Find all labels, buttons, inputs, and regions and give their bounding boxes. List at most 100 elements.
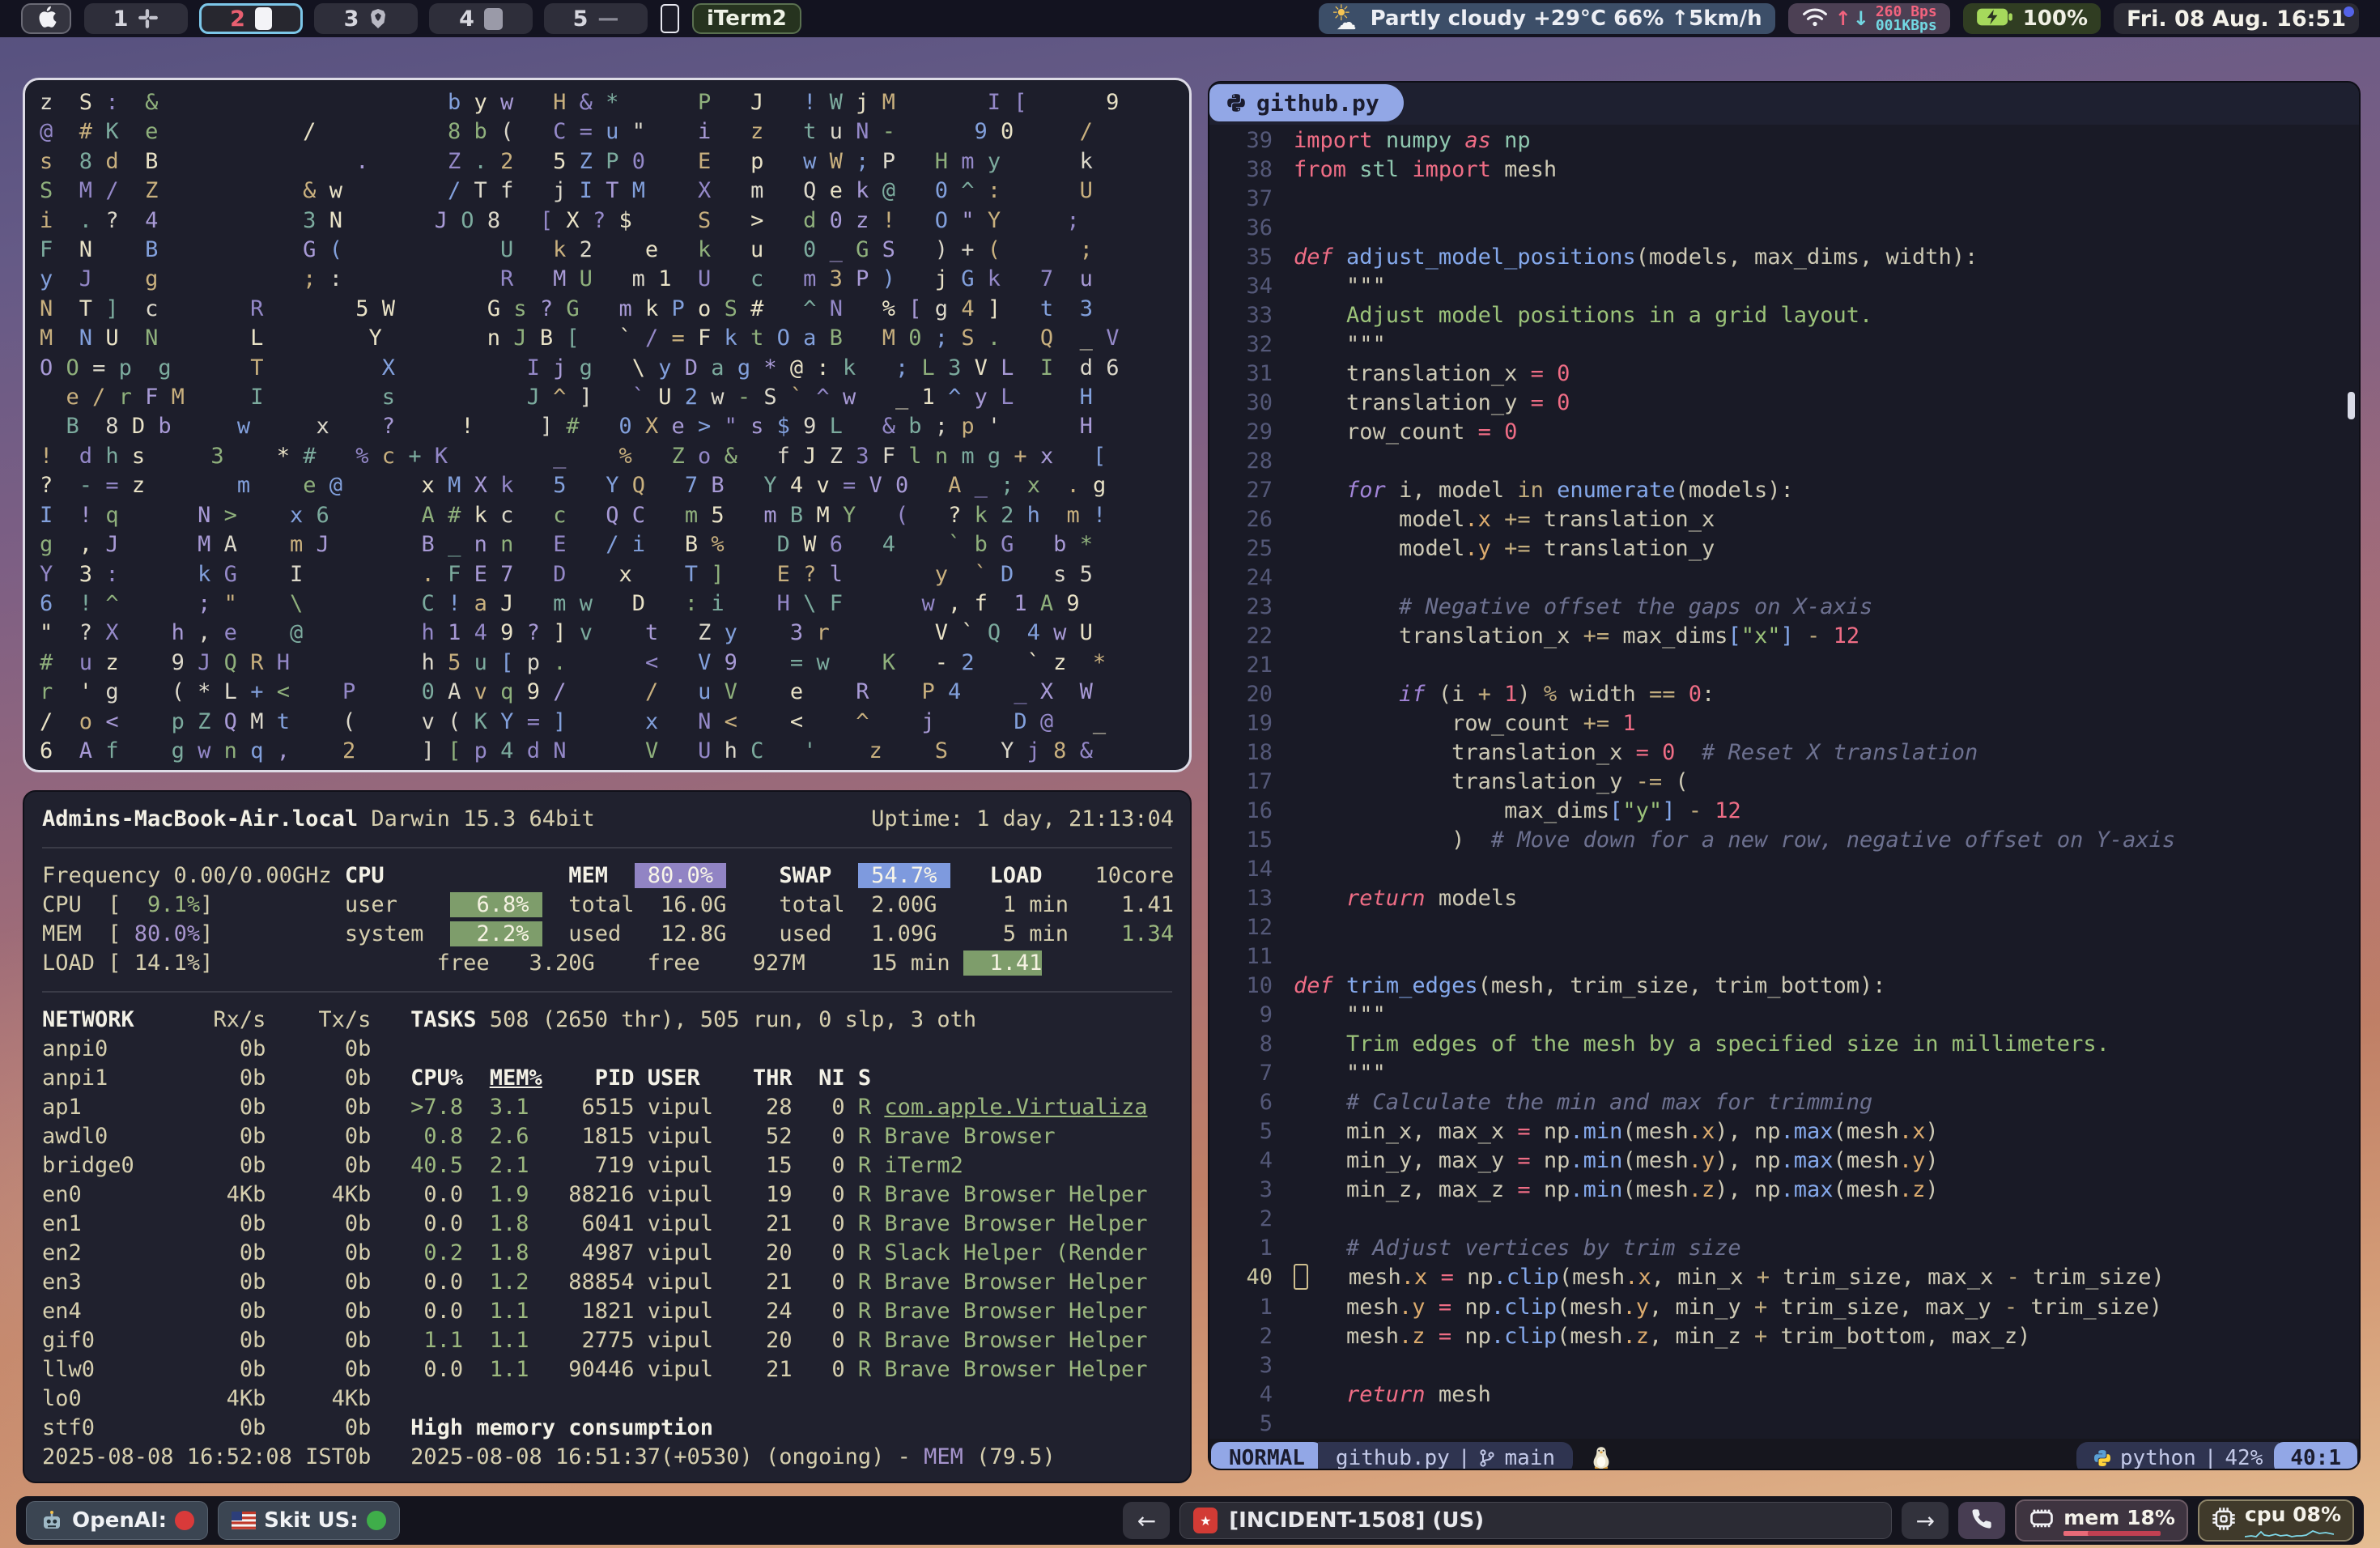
monitor-line: bridge0 0b 0b 40.5 2.1 719 vipul 15 0 R …	[42, 1151, 1172, 1180]
matrix-row: S M / Z & w / T f j I T M X m Q e k @ 0 …	[40, 176, 1175, 206]
weather-widget[interactable]: ☀☁ Partly cloudy +29°C 66% ↑5km/h	[1319, 3, 1775, 34]
code-line: 34 """	[1222, 272, 2359, 301]
editor-window[interactable]: github.py 39import numpy as np38from stl…	[1208, 81, 2361, 1470]
line-number: 34	[1222, 272, 1273, 301]
git-branch-name: main	[1504, 1446, 1555, 1470]
code-area[interactable]: 39import numpy as np38from stl import me…	[1209, 125, 2359, 1439]
workspace-3[interactable]: 3	[314, 3, 418, 34]
workspace-5[interactable]: 5—	[544, 3, 648, 34]
code-line: 24	[1222, 563, 2359, 593]
system-monitor-body: Admins-MacBook-Air.local Darwin 15.3 64b…	[42, 805, 1172, 1472]
line-number: 40	[1222, 1263, 1273, 1293]
mem-gauge[interactable]: mem 18%	[2015, 1499, 2188, 1542]
line-number: 29	[1222, 418, 1273, 447]
phone-button[interactable]	[1958, 1502, 2005, 1539]
code-line: 4 min_y, max_y = np.min(mesh.y), np.max(…	[1222, 1146, 2359, 1176]
language-segment: python | 42%	[2076, 1442, 2280, 1471]
system-monitor-window[interactable]: Admins-MacBook-Air.local Darwin 15.3 64b…	[23, 790, 1192, 1483]
monitor-line: MEM [ 80.0%] system 2.2% used 12.8G used…	[42, 920, 1172, 949]
status-badge-skitus[interactable]: Skit US:	[218, 1501, 400, 1540]
network-speed-widget[interactable]: ↑↓ 260 Bps 001KBps	[1788, 3, 1950, 34]
code-line: 28	[1222, 447, 2359, 476]
matrix-row: M N U N L Y n J B [ ` / = F k t O a B M …	[40, 324, 1175, 353]
matrix-row: ! d h s 3 * # % c + K _ % Z o & f J Z 3 …	[40, 442, 1175, 471]
active-app-badge[interactable]: iTerm2	[692, 3, 801, 34]
line-number: 9	[1222, 1001, 1273, 1030]
editor-tab-bar: github.py	[1209, 83, 2359, 125]
cpu-percent: 08%	[2293, 1503, 2341, 1526]
monitor-line: en2 0b 0b 0.2 1.8 4987 vipul 20 0 R Slac…	[42, 1239, 1172, 1268]
clock-text: Fri. 08 Aug. 16:51	[2127, 6, 2346, 32]
code-line: 35def adjust_model_positions(models, max…	[1222, 243, 2359, 272]
monitor-line: anpi0 0b 0b	[42, 1035, 1172, 1064]
incident-label: [INCIDENT-1508] (US)	[1229, 1508, 1484, 1533]
code-line: 33 Adjust model positions in a grid layo…	[1222, 301, 2359, 330]
workspace-number: 3	[344, 6, 359, 32]
terminal-icon	[255, 7, 272, 30]
matrix-row: z S : & b y w H & * P J ! W j M I [ 9	[40, 88, 1175, 117]
status-filename: github.py	[1336, 1446, 1450, 1470]
window-icon	[484, 8, 503, 30]
menu-bar-right: ☀☁ Partly cloudy +29°C 66% ↑5km/h ↑↓ 260…	[1319, 3, 2359, 34]
workspace-1[interactable]: 1	[84, 3, 188, 34]
code-line: 1 # Adjust vertices by trim size	[1222, 1234, 2359, 1263]
monitor-line: Admins-MacBook-Air.local Darwin 15.3 64b…	[42, 805, 1172, 834]
menu-bar: 12 3 4 5— iTerm2 ☀☁ Partly cloudy +29°C 66%…	[0, 0, 2380, 37]
dock-left: OpenAI: Skit US:	[26, 1501, 400, 1540]
iphone-icon	[661, 4, 679, 33]
apple-menu[interactable]	[21, 3, 71, 34]
weather-icon: ☀☁	[1332, 4, 1361, 33]
code-line: 5	[1222, 1410, 2359, 1439]
download-speed: 001KBps	[1876, 19, 1937, 32]
monitor-line: Frequency 0.00/0.00GHz CPU MEM 80.0% SWA…	[42, 861, 1172, 891]
up-arrow-icon: ↑	[1835, 7, 1851, 30]
incident-tab[interactable]: ★ [INCIDENT-1508] (US)	[1179, 1502, 1892, 1539]
code-line: 1 mesh.y = np.clip(mesh.y, min_y + trim_…	[1222, 1293, 2359, 1322]
monitor-line: llw0 0b 0b 0.0 1.1 90446 vipul 21 0 R Br…	[42, 1355, 1172, 1384]
cursor-position: 40:1	[2274, 1442, 2357, 1471]
line-number: 31	[1222, 359, 1273, 389]
mem-percent: 18%	[2127, 1506, 2175, 1529]
matrix-row: i . ? 4 3 N J O 8 [ X ? $ S > d 0 z ! O …	[40, 206, 1175, 236]
matrix-row: s 8 d B . Z . 2 5 Z P 0 E p w W ; P H m …	[40, 147, 1175, 176]
monitor-line: anpi1 0b 0b CPU% MEM% PID USER THR NI S	[42, 1064, 1172, 1093]
code-line: 22 translation_x += max_dims["x"] - 12	[1222, 622, 2359, 651]
next-incident-button[interactable]: →	[1902, 1502, 1949, 1539]
prev-incident-button[interactable]: ←	[1123, 1502, 1170, 1539]
workspace-switcher: 12 3 4 5—	[84, 3, 648, 34]
workspace-number: 4	[459, 6, 474, 32]
code-line: 29 row_count = 0	[1222, 418, 2359, 447]
workspace-2[interactable]: 2	[199, 3, 303, 34]
workspace-number: 5	[573, 6, 589, 32]
line-number: 2	[1222, 1322, 1273, 1351]
cpu-gauge[interactable]: cpu 08%	[2198, 1499, 2354, 1542]
line-number: 28	[1222, 447, 1273, 476]
status-separator: |	[1458, 1446, 1471, 1470]
line-number: 35	[1222, 243, 1273, 272]
code-line: 23 # Negative offset the gaps on X-axis	[1222, 593, 2359, 622]
clock-widget[interactable]: Fri. 08 Aug. 16:51	[2114, 3, 2359, 34]
python-icon	[1226, 92, 1247, 113]
line-number: 30	[1222, 389, 1273, 418]
code-line: 38from stl import mesh	[1222, 155, 2359, 185]
matrix-terminal-window[interactable]: z S : & b y w H & * P J ! W j M I [ 9@ #…	[23, 78, 1192, 772]
line-number: 13	[1222, 884, 1273, 913]
line-number: 8	[1222, 1030, 1273, 1059]
workspace-4[interactable]: 4	[429, 3, 533, 34]
code-line: 10def trim_edges(mesh, trim_size, trim_b…	[1222, 972, 2359, 1001]
status-language: python	[2120, 1446, 2196, 1470]
monitor-line: en1 0b 0b 0.0 1.8 6041 vipul 21 0 R Brav…	[42, 1210, 1172, 1239]
battery-widget[interactable]: 100%	[1963, 3, 2101, 34]
monitor-line: CPU [ 9.1%] user 6.8% total 16.0G total …	[42, 891, 1172, 920]
code-line: 18 translation_x = 0 # Reset X translati…	[1222, 738, 2359, 768]
matrix-row: g , J M A m J B _ n n E / i B % D W 6 4 …	[40, 530, 1175, 559]
matrix-grid: z S : & b y w H & * P J ! W j M I [ 9@ #…	[40, 88, 1175, 766]
line-number: 25	[1222, 534, 1273, 563]
left-arrow-icon: ←	[1137, 1508, 1156, 1534]
tab-github-py[interactable]: github.py	[1209, 84, 1404, 121]
editor-scrollbar[interactable]	[2348, 392, 2355, 419]
line-number: 3	[1222, 1351, 1273, 1380]
cpu-label: cpu	[2245, 1503, 2286, 1526]
status-badge-openai[interactable]: OpenAI:	[26, 1501, 208, 1540]
line-number: 22	[1222, 622, 1273, 651]
